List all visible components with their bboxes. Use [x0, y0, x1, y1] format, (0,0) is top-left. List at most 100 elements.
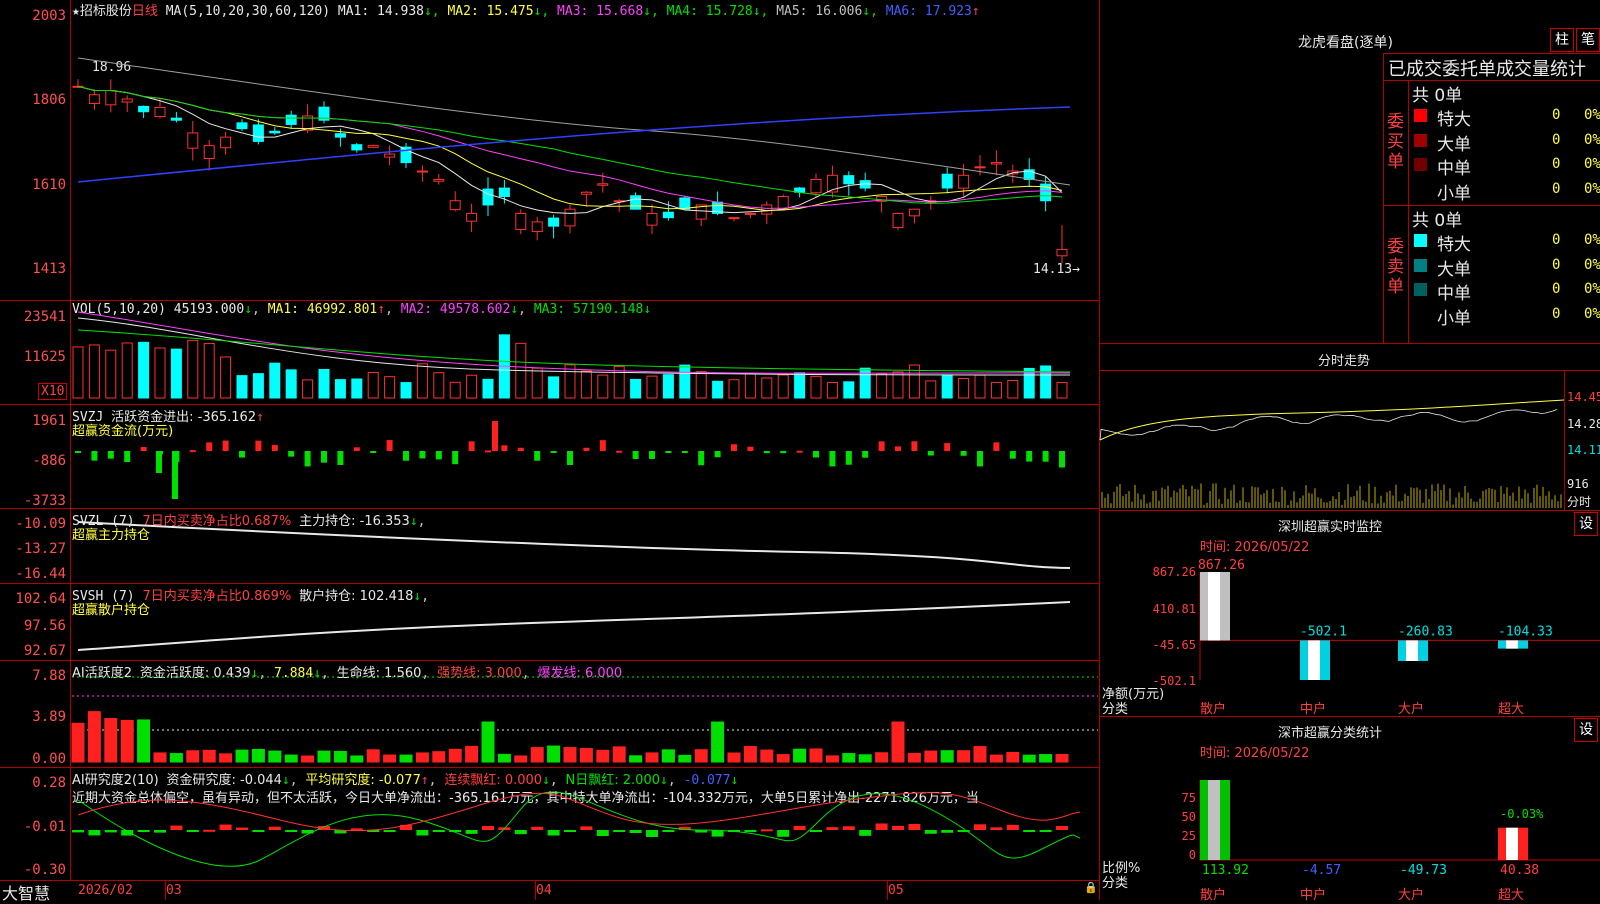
research-bar: [514, 830, 527, 835]
flow-bar: [813, 451, 819, 458]
holding-line: [77, 521, 1071, 569]
activity-bar: [973, 746, 987, 763]
volume-bar: [777, 374, 789, 399]
volume-bar: [416, 363, 428, 399]
candle-body: [203, 145, 215, 159]
research-bar: [875, 823, 888, 830]
activity-bar: [842, 753, 856, 763]
flow-bar: [452, 451, 459, 465]
research-bar: [170, 825, 183, 830]
candle-body: [548, 217, 560, 227]
monitor-bar-highlight: [1308, 640, 1320, 680]
activity-bar: [1055, 754, 1069, 763]
flow-bar: [567, 451, 573, 466]
flow-bar: [862, 451, 869, 458]
candle-body: [121, 98, 133, 103]
flow-bar: [468, 441, 475, 451]
monitor-bar-highlight: [1406, 640, 1418, 661]
flow-bar: [927, 451, 934, 456]
flow-bar: [993, 442, 1000, 451]
flow-bar: [731, 444, 737, 451]
volume-bar: [531, 367, 543, 399]
flow-bar: [485, 450, 491, 453]
activity-bar: [596, 749, 610, 763]
activity-bar: [448, 748, 462, 763]
activity-bar: [137, 719, 151, 763]
flow-bar: [681, 451, 688, 453]
flow-bar: [222, 440, 229, 451]
volume-bar: [1040, 365, 1052, 399]
volume-bar: [958, 378, 970, 399]
volume-bar: [761, 377, 773, 399]
candle-body: [498, 187, 510, 197]
flow-bar: [632, 451, 639, 459]
flow-bar: [583, 447, 590, 451]
kline-chart-area[interactable]: ★招标股份日线 MA(5,10,20,30,60,120) MA1: 14.93…: [0, 0, 1100, 903]
volume-bar: [941, 374, 953, 399]
research-bar: [793, 825, 806, 830]
classify-bar-highlight: [1506, 827, 1518, 860]
activity-bar: [940, 750, 954, 763]
classify-bar-highlight: [1208, 780, 1220, 860]
flow-bar: [288, 451, 295, 457]
volume-bar: [548, 376, 560, 399]
activity-bar: [317, 750, 331, 763]
research-bar: [892, 825, 904, 830]
candle-body: [482, 188, 494, 206]
candle-body: [252, 124, 264, 142]
volume-bar: [88, 344, 100, 399]
volume-bar: [220, 356, 232, 399]
activity-bar: [678, 754, 692, 763]
monitor-bar-label: 867.26: [1198, 558, 1245, 573]
flow-bar: [714, 451, 721, 458]
activity-bar: [432, 751, 446, 763]
sidebar-drawings: 867.26 -502.1 -260.83 -104.33 113.92 -4.57 -49…: [1099, 399, 1600, 878]
volume-bar: [1007, 379, 1019, 399]
activity-bar: [169, 753, 183, 763]
volume-bar: [597, 374, 609, 399]
candle-body: [416, 170, 428, 173]
activity-bar: [399, 754, 413, 763]
flow-bar: [550, 451, 557, 453]
flow-bar: [780, 451, 787, 454]
research-bar: [744, 830, 757, 832]
classify-bar-label: 113.92: [1202, 863, 1249, 878]
monitor-bar-highlight: [1208, 572, 1220, 641]
activity-bar: [743, 746, 757, 763]
flow-bar: [337, 451, 344, 465]
flow-bar: [845, 451, 852, 465]
flow-bar: [501, 445, 508, 451]
volume-bar: [384, 376, 396, 399]
flow-bar: [796, 450, 803, 453]
research-bar: [810, 830, 822, 832]
candle-body: [466, 212, 478, 222]
monitor-bar-highlight: [1506, 640, 1518, 649]
research-bar: [154, 830, 166, 833]
candle-body: [580, 191, 592, 195]
flow-bar: [353, 447, 360, 451]
candle-body: [154, 106, 166, 117]
activity-bar: [1039, 754, 1053, 763]
flow-bar: [1009, 451, 1016, 459]
candle-body: [105, 90, 117, 106]
research-bar: [777, 830, 790, 837]
candle-body: [351, 144, 363, 151]
volume-bar: [318, 368, 330, 399]
flow-bar: [386, 440, 393, 451]
flow-bar: [1042, 451, 1049, 462]
activity-bar: [301, 755, 315, 763]
activity-bar: [1022, 754, 1036, 763]
activity-bar: [547, 745, 561, 763]
volume-bar: [695, 371, 707, 399]
research-bar: [924, 830, 937, 834]
candle-body: [744, 212, 756, 215]
candle-body: [433, 179, 445, 182]
research-bar: [482, 826, 494, 830]
activity-bar: [760, 749, 774, 763]
research-bar: [613, 830, 626, 832]
flow-bar: [911, 441, 918, 451]
volume-bar: [367, 371, 379, 399]
candle-body: [843, 175, 855, 185]
activity-bar: [383, 754, 397, 763]
activity-bar: [202, 749, 216, 763]
